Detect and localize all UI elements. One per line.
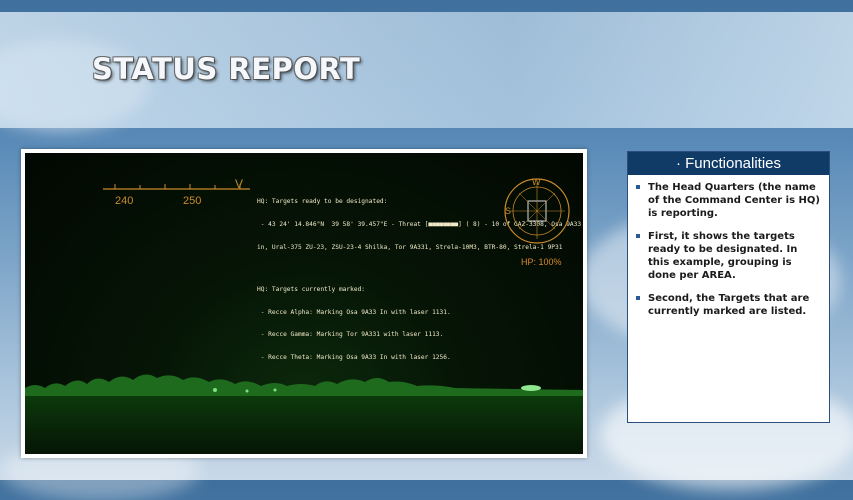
- list-item-text: First, it shows the targets ready to be …: [648, 231, 798, 281]
- square-bullet-icon: [636, 234, 640, 238]
- dial-letter: W: [532, 177, 541, 187]
- hp-label: HP: 100%: [521, 257, 562, 267]
- list-item: The Head Quarters (the name of the Comma…: [636, 181, 821, 220]
- hud-line: - Recce Alpha: Marking Osa 9A33 In with …: [257, 308, 451, 316]
- list-item-text: Second, the Targets that are currently m…: [648, 293, 810, 317]
- functionalities-list: The Head Quarters (the name of the Comma…: [628, 175, 829, 318]
- functionalities-panel: · Functionalities The Head Quarters (the…: [627, 151, 830, 423]
- square-bullet-icon: [636, 185, 640, 189]
- hud-line: - Recce Gamma: Marking Tor 9A331 with la…: [257, 331, 444, 339]
- dial-letter: S: [505, 206, 512, 216]
- hud-line: HQ: Targets currently marked:: [257, 285, 366, 293]
- heading-tick-label: 240: [115, 195, 134, 207]
- hud-line: - Recce Theta: Marking Osa 9A33 In with …: [257, 354, 451, 362]
- heading-tick-label: 250: [183, 195, 202, 207]
- heading-marker: V: [235, 177, 244, 191]
- hud-line: [257, 267, 581, 271]
- treeline-silhouette: [25, 374, 583, 396]
- list-item-text: The Head Quarters (the name of the Comma…: [648, 182, 820, 219]
- square-bullet-icon: [636, 296, 640, 300]
- list-item: Second, the Targets that are currently m…: [636, 292, 821, 318]
- ground-field: [25, 396, 583, 454]
- slide-title: STATUS REPORT: [92, 52, 361, 86]
- game-screenshot: 240 250 V HQ: Targets ready to be design…: [25, 153, 583, 454]
- game-screenshot-frame: 240 250 V HQ: Targets ready to be design…: [21, 149, 587, 458]
- list-item: First, it shows the targets ready to be …: [636, 230, 821, 282]
- panel-header: · Functionalities: [628, 152, 829, 175]
